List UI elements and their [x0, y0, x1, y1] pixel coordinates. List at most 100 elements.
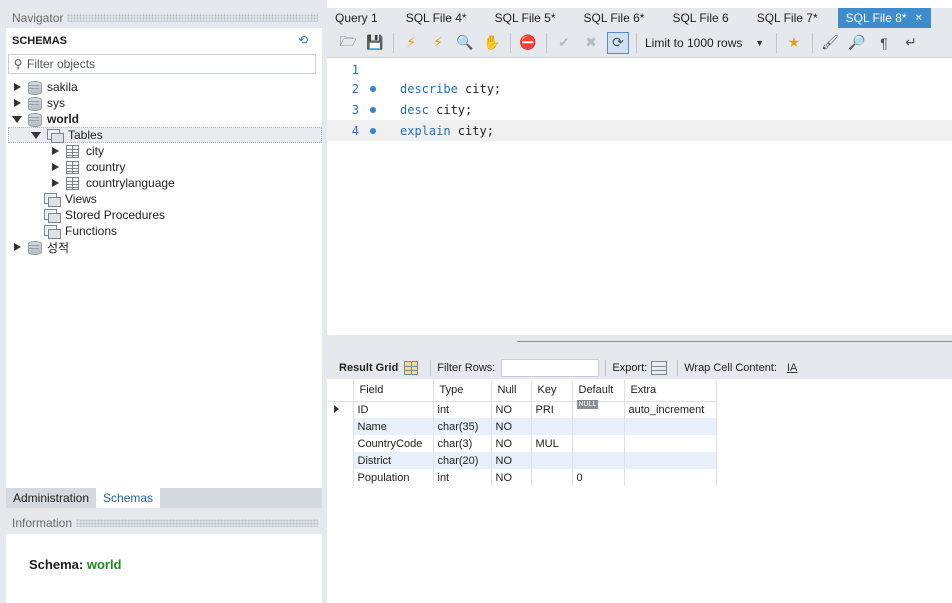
schema-item-sakila[interactable]: sakila [12, 79, 78, 95]
cell[interactable]: District [353, 452, 434, 469]
save-icon[interactable]: 💾 [364, 32, 386, 54]
expand-arrow-icon[interactable] [12, 82, 22, 92]
filter-rows-input[interactable] [501, 359, 600, 377]
expand-arrow-icon[interactable] [12, 242, 22, 252]
schema-item-grades[interactable]: 성적 [12, 239, 69, 255]
cell[interactable] [531, 469, 573, 486]
export-icon[interactable] [651, 361, 668, 375]
cell[interactable]: Name [353, 418, 434, 435]
table-row[interactable]: Population int NO 0 [328, 469, 717, 486]
cell[interactable]: NULL [572, 399, 625, 418]
cell[interactable] [572, 418, 625, 435]
table-item-countrylanguage[interactable]: countrylanguage [50, 175, 175, 191]
cell[interactable] [624, 435, 717, 452]
explain-icon[interactable]: 🔍 [454, 32, 476, 54]
collapse-arrow-icon[interactable] [31, 130, 41, 140]
grid-icon[interactable] [404, 361, 419, 375]
rollback-icon[interactable]: ✖ [580, 32, 602, 54]
table-row[interactable]: District char(20) NO [328, 452, 717, 469]
cell[interactable]: char(20) [433, 452, 492, 469]
stop-icon[interactable]: ✋ [481, 32, 503, 54]
cell[interactable] [624, 452, 717, 469]
cell[interactable]: NO [491, 435, 532, 452]
table-item-country[interactable]: country [50, 159, 125, 175]
wrap-cell-icon[interactable]: IA [787, 362, 797, 374]
cell[interactable] [572, 435, 625, 452]
commit-icon[interactable]: ✔ [553, 32, 575, 54]
open-file-icon[interactable]: 🗁 [337, 32, 359, 54]
cell[interactable] [624, 418, 717, 435]
tab-sql-file-7[interactable]: SQL File 7* [749, 8, 838, 28]
cell[interactable]: auto_increment [624, 401, 717, 418]
cell[interactable]: ID [353, 401, 434, 418]
execute-icon[interactable]: ⚡ [400, 32, 422, 54]
tree-item-tables[interactable]: Tables [8, 127, 322, 143]
expand-arrow-icon[interactable] [50, 162, 60, 172]
expand-arrow-icon[interactable] [12, 98, 22, 108]
wrap-lines-icon[interactable]: ↵ [900, 32, 922, 54]
expand-arrow-icon[interactable] [50, 178, 60, 188]
editor-result-splitter[interactable] [327, 335, 952, 357]
tab-sql-file-8[interactable]: SQL File 8* ✕ [837, 8, 931, 28]
cell[interactable]: char(3) [433, 435, 492, 452]
result-grid-label[interactable]: Result Grid [339, 362, 398, 374]
table-row[interactable]: CountryCode char(3) NO MUL [328, 435, 717, 452]
filter-objects-box[interactable]: ⚲ [8, 54, 316, 74]
cell[interactable]: char(35) [433, 418, 492, 435]
cell[interactable]: NO [491, 401, 532, 418]
functions-folder-icon [44, 224, 61, 239]
tree-item-views[interactable]: Views [44, 191, 97, 207]
cell[interactable]: Population [353, 469, 434, 486]
sql-toolbar: 🗁 💾 ⚡ ⚡ 🔍 ✋ ⛔ ✔ ✖ ⟳ Limit to 1000 rows ▼… [327, 28, 952, 58]
cell[interactable]: NO [491, 452, 532, 469]
cell[interactable] [624, 469, 717, 486]
tab-sql-file-5[interactable]: SQL File 5* [487, 8, 576, 28]
collapse-arrow-icon[interactable] [12, 114, 22, 124]
table-row[interactable]: ID int NO PRI NULL auto_increment [328, 399, 717, 418]
invisible-chars-icon[interactable]: ¶ [873, 32, 895, 54]
tab-administration[interactable]: Administration [6, 488, 96, 508]
close-tab-icon[interactable]: ✕ [915, 13, 923, 24]
cell[interactable] [572, 452, 625, 469]
column-header[interactable]: Key [531, 380, 573, 402]
column-header[interactable]: Default [572, 380, 625, 402]
beautify-icon[interactable]: 🖌 [819, 32, 841, 54]
information-header: Information [6, 514, 322, 532]
tree-item-stored-procedures[interactable]: Stored Procedures [44, 207, 165, 223]
cell[interactable]: 0 [572, 469, 625, 486]
add-snippet-icon[interactable]: ★ [783, 32, 805, 54]
limit-rows-select[interactable]: Limit to 1000 rows ▼ [643, 33, 768, 53]
tree-item-functions[interactable]: Functions [44, 223, 117, 239]
autocommit-icon[interactable]: ⟳ [607, 31, 629, 54]
tab-sql-file-6-modified[interactable]: SQL File 6* [576, 8, 665, 28]
tab-sql-file-6[interactable]: SQL File 6 [664, 8, 748, 28]
toggle-error-icon[interactable]: ⛔ [517, 32, 539, 54]
cell[interactable]: int [433, 401, 492, 418]
cell[interactable] [531, 418, 573, 435]
tab-sql-file-4[interactable]: SQL File 4* [398, 8, 487, 28]
execute-current-icon[interactable]: ⚡ [427, 32, 449, 54]
cell[interactable]: MUL [531, 435, 573, 452]
cell[interactable]: NO [491, 469, 532, 486]
refresh-icon[interactable]: ⟲ [298, 34, 312, 46]
filter-objects-input[interactable] [27, 57, 307, 71]
column-header[interactable]: Extra [624, 380, 717, 402]
cell[interactable]: PRI [531, 401, 573, 418]
tab-query-1[interactable]: Query 1 [327, 8, 398, 28]
result-grid[interactable]: Field Type Null Key Default Extra ID int… [327, 380, 952, 603]
column-header[interactable]: Null [491, 380, 532, 402]
expand-arrow-icon[interactable] [50, 146, 60, 156]
column-header[interactable]: Field [353, 380, 434, 402]
schema-item-world[interactable]: world [12, 111, 79, 127]
find-icon[interactable]: 🔎 [846, 32, 868, 54]
sql-editor[interactable]: 1 2 describe city; 3 desc city; 4 explai… [327, 59, 952, 335]
cell[interactable]: int [433, 469, 492, 486]
tab-schemas[interactable]: Schemas [96, 488, 161, 508]
schema-item-sys[interactable]: sys [12, 95, 65, 111]
table-row[interactable]: Name char(35) NO [328, 418, 717, 435]
cell[interactable]: NO [491, 418, 532, 435]
column-header[interactable]: Type [433, 380, 492, 402]
table-item-city[interactable]: city [50, 143, 104, 159]
cell[interactable] [531, 452, 573, 469]
cell[interactable]: CountryCode [353, 435, 434, 452]
